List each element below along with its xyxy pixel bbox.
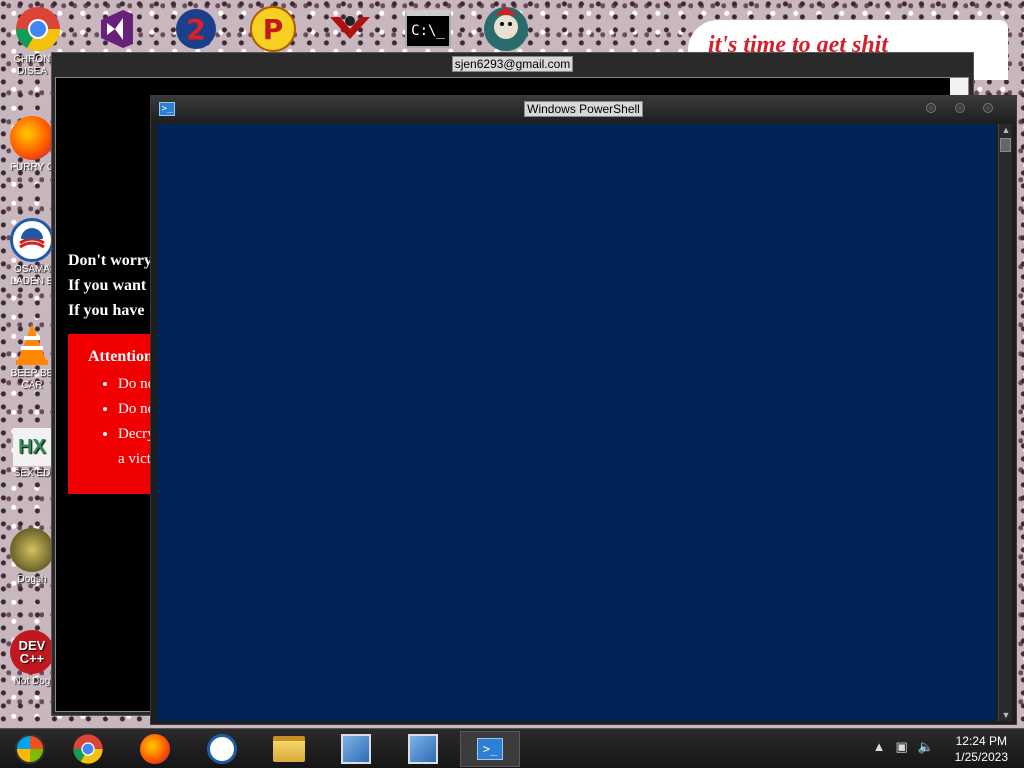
email-window-title: sjen6293@gmail.com — [451, 56, 574, 72]
show-hidden-icons-icon[interactable]: ▲ — [873, 739, 886, 755]
taskbar-network-2[interactable] — [393, 731, 453, 767]
minimize-button[interactable] — [926, 103, 936, 113]
powershell-title: Windows PowerShell — [524, 101, 643, 117]
ransom-line: If you want — [68, 277, 147, 294]
folder-icon — [273, 736, 305, 762]
scrollbar-thumb[interactable] — [1000, 138, 1011, 152]
svg-text:P: P — [263, 13, 284, 46]
network-setup-icon — [341, 734, 371, 764]
taskbar-chrome[interactable] — [58, 731, 118, 767]
chrome-icon — [73, 734, 103, 764]
chrome-icon — [10, 8, 54, 52]
seal-app-icon[interactable] — [480, 4, 532, 54]
cmd-icon[interactable]: C:\_ — [402, 4, 454, 54]
scroll-up-icon[interactable]: ▲ — [999, 124, 1013, 136]
p-icon[interactable]: P — [247, 4, 299, 54]
vlc-cone-icon — [10, 322, 54, 366]
devcpp-icon: DEV C++ — [10, 630, 54, 674]
start-button[interactable] — [0, 731, 60, 767]
network-setup-icon — [408, 734, 438, 764]
hx-icon: HX — [13, 428, 51, 466]
obama-logo-icon — [207, 734, 237, 764]
dogsh-icon — [10, 528, 54, 572]
powershell-titlebar[interactable]: >_ Windows PowerShell — [151, 96, 1016, 122]
svg-text:2: 2 — [186, 13, 205, 46]
powershell-window[interactable]: >_ Windows PowerShell ▲ ▼ — [150, 95, 1017, 725]
system-tray: ▲ ▣ 🔈 — [873, 739, 934, 755]
clock-date: 1/25/2023 — [954, 750, 1008, 764]
game-2-icon[interactable]: 2 — [170, 4, 222, 54]
ransom-text: Don't worry If you want If you have — [68, 248, 152, 323]
powershell-console[interactable] — [157, 124, 996, 721]
close-button[interactable] — [983, 103, 993, 113]
red-emblem-icon[interactable] — [324, 4, 376, 54]
taskbar-explorer[interactable] — [259, 731, 319, 767]
obama-logo-icon — [10, 218, 54, 262]
firefox-icon — [140, 734, 170, 764]
taskbar-powershell[interactable]: >_ — [460, 731, 520, 767]
powershell-icon: >_ — [477, 738, 503, 760]
maximize-button[interactable] — [955, 103, 965, 113]
scrollbar[interactable] — [950, 78, 968, 96]
clock[interactable]: 12:24 PM 1/25/2023 — [955, 733, 1008, 765]
ransom-line: If you have — [68, 302, 145, 319]
taskbar-obama[interactable] — [192, 731, 252, 767]
visual-studio-icon[interactable] — [90, 4, 142, 54]
taskbar-network-1[interactable] — [326, 731, 386, 767]
scroll-down-icon[interactable]: ▼ — [999, 709, 1013, 721]
firefox-icon — [10, 116, 54, 160]
taskbar-firefox[interactable] — [125, 731, 185, 767]
ransom-line: Don't worry — [68, 252, 152, 269]
taskbar: >_ ▲ ▣ 🔈 12:24 PM 1/25/2023 — [0, 728, 1024, 768]
email-window-titlebar[interactable]: sjen6293@gmail.com — [52, 53, 973, 75]
volume-icon[interactable]: 🔈 — [918, 739, 934, 755]
start-orb-icon — [15, 734, 45, 764]
vertical-scrollbar[interactable]: ▲ ▼ — [998, 124, 1012, 721]
network-icon[interactable]: ▣ — [896, 739, 908, 755]
clock-time: 12:24 PM — [955, 734, 1007, 748]
